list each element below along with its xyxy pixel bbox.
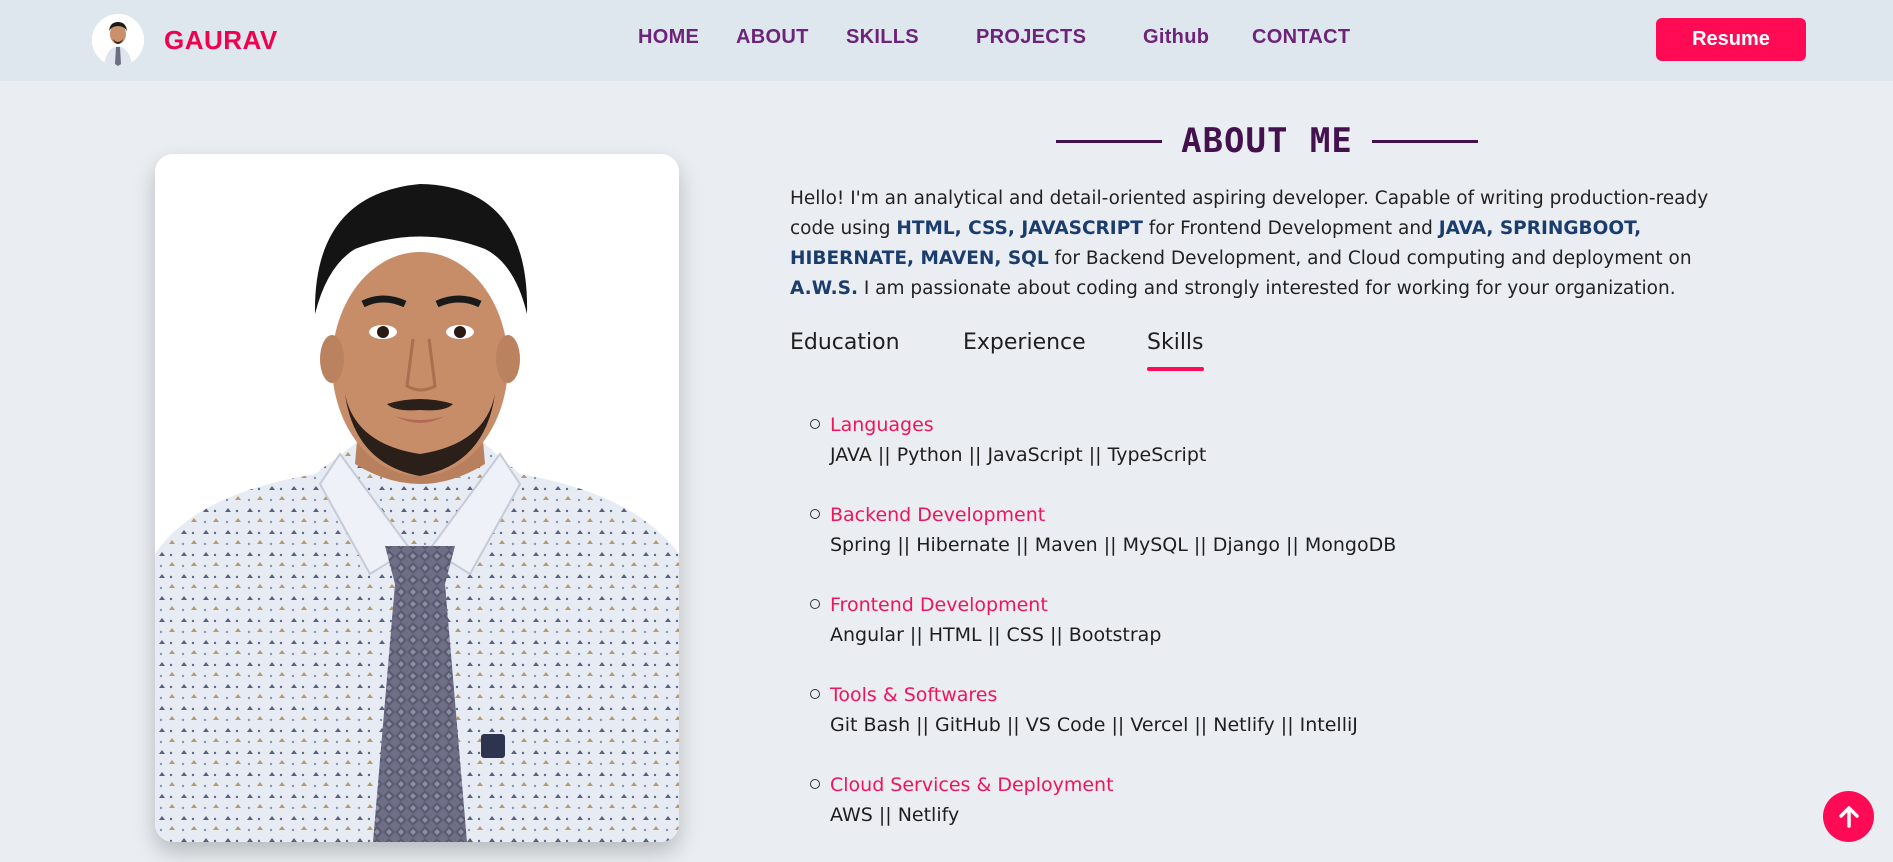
- about-title: ABOUT ME: [1181, 121, 1353, 161]
- skill-category-items: Git Bash || GitHub || VS Code || Vercel …: [830, 714, 1358, 736]
- tab-experience[interactable]: Experience: [963, 330, 1086, 355]
- nav-link-home[interactable]: HOME: [638, 26, 699, 49]
- brand-name: GAURAV: [164, 24, 278, 55]
- intro-text-2: for Frontend Development and: [1142, 218, 1439, 239]
- tab-skills[interactable]: Skills: [1147, 330, 1204, 355]
- profile-photo: [155, 154, 679, 842]
- skill-category-title: Tools & Softwares: [830, 684, 998, 706]
- nav-link-contact[interactable]: CONTACT: [1252, 26, 1350, 49]
- scroll-to-top-button[interactable]: [1823, 791, 1874, 842]
- skill-category-title: Languages: [830, 414, 934, 436]
- intro-text-3: for Backend Development, and Cloud compu…: [1048, 248, 1692, 269]
- skill-category-items: AWS || Netlify: [830, 804, 960, 826]
- nav-link-about[interactable]: ABOUT: [736, 26, 809, 49]
- nav-link-projects[interactable]: PROJECTS: [976, 26, 1086, 49]
- skill-category-title: Frontend Development: [830, 594, 1048, 616]
- arrow-up-icon: [1838, 805, 1859, 828]
- bullet-icon: [810, 419, 820, 429]
- list-item: Tools & Softwares Git Bash || GitHub || …: [810, 680, 1610, 770]
- intro-highlight-cloud: A.W.S.: [790, 278, 858, 299]
- skill-category-items: Spring || Hibernate || Maven || MySQL ||…: [830, 534, 1397, 556]
- nav-link-skills[interactable]: SKILLS: [846, 26, 919, 49]
- list-item: Backend Development Spring || Hibernate …: [810, 500, 1610, 590]
- bullet-icon: [810, 689, 820, 699]
- list-item: Languages JAVA || Python || JavaScript |…: [810, 410, 1610, 500]
- list-item: Cloud Services & Deployment AWS || Netli…: [810, 770, 1610, 860]
- brand[interactable]: GAURAV: [92, 14, 278, 66]
- bullet-icon: [810, 779, 820, 789]
- intro-highlight-frontend: HTML, CSS, JAVASCRIPT: [896, 218, 1143, 239]
- nav-link-github[interactable]: Github: [1143, 26, 1209, 49]
- resume-button[interactable]: Resume: [1656, 18, 1806, 61]
- skill-category-title: Cloud Services & Deployment: [830, 774, 1114, 796]
- active-tab-indicator: [1147, 367, 1204, 371]
- skill-category-items: Angular || HTML || CSS || Bootstrap: [830, 624, 1162, 646]
- skill-category-items: JAVA || Python || JavaScript || TypeScri…: [830, 444, 1207, 466]
- tab-education[interactable]: Education: [790, 330, 900, 355]
- intro-text-4: I am passionate about coding and strongl…: [857, 278, 1676, 299]
- bullet-icon: [810, 509, 820, 519]
- heading-line-right: [1371, 139, 1478, 143]
- about-intro: Hello! I'm an analytical and detail-orie…: [790, 184, 1750, 304]
- list-item: Frontend Development Angular || HTML || …: [810, 590, 1610, 680]
- about-heading: ABOUT ME: [1056, 118, 1478, 164]
- heading-line-left: [1056, 139, 1162, 143]
- brand-avatar: [92, 14, 144, 66]
- skills-list: Languages JAVA || Python || JavaScript |…: [810, 410, 1610, 860]
- navbar: GAURAV HOME ABOUT SKILLS PROJECTS Github…: [0, 0, 1893, 81]
- bullet-icon: [810, 599, 820, 609]
- skill-category-title: Backend Development: [830, 504, 1046, 526]
